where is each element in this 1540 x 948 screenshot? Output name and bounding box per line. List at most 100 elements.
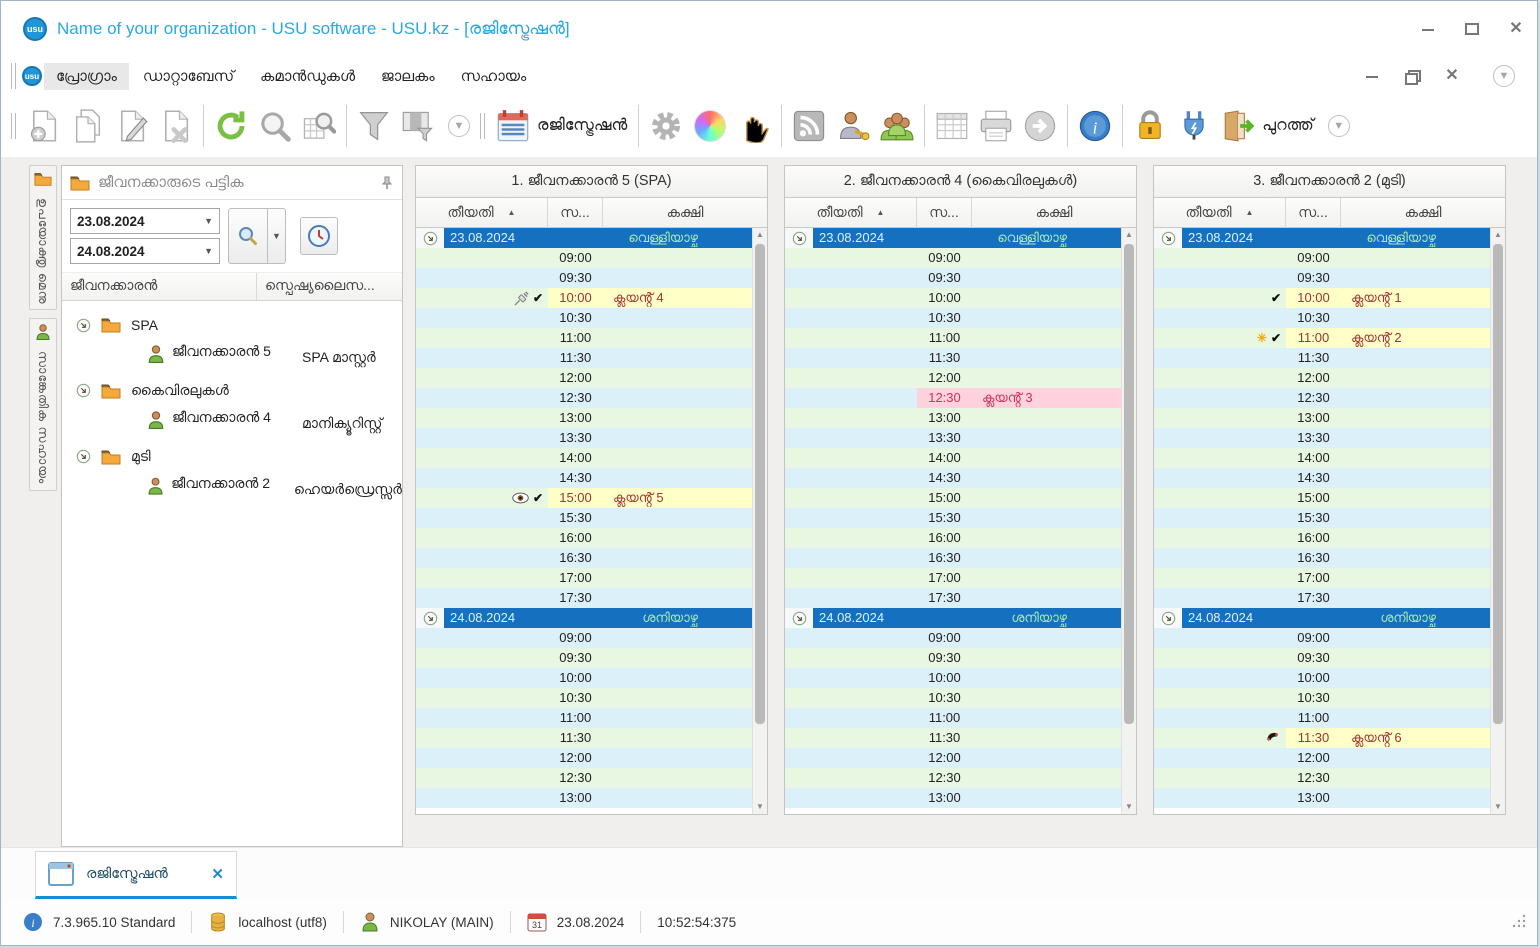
doc-minimize-button[interactable] bbox=[1365, 70, 1379, 82]
time-slot-row[interactable]: 12:30 bbox=[1154, 768, 1490, 788]
time-slot-row[interactable]: 13:00 bbox=[785, 408, 1121, 428]
time-slot-row[interactable]: 17:30 bbox=[1154, 588, 1490, 608]
employee-search-button[interactable] bbox=[228, 208, 268, 264]
filter-more-icon[interactable]: ▼ bbox=[448, 115, 470, 137]
collapse-day-icon[interactable] bbox=[785, 228, 813, 248]
date-from-input[interactable]: 23.08.2024 ▼ bbox=[70, 208, 220, 234]
time-slot-row[interactable]: ✳ ✔ 11:00 ക്ലയൻ്റ് 2 bbox=[1154, 328, 1490, 348]
search-report-button[interactable] bbox=[297, 104, 341, 148]
time-slot-row[interactable]: 13:30 bbox=[1154, 428, 1490, 448]
menu-item-3[interactable]: ജാലകം bbox=[369, 63, 447, 90]
time-slot-row[interactable]: 14:30 bbox=[416, 468, 752, 488]
date-row[interactable]: 23.08.2024 വെള്ളിയാഴ്ച bbox=[416, 228, 752, 248]
time-slot-row[interactable]: 09:00 bbox=[785, 248, 1121, 268]
client-column-header[interactable]: കക്ഷി bbox=[603, 198, 767, 227]
scroll-up-icon[interactable]: ▲ bbox=[756, 228, 764, 242]
employee-column-header[interactable]: ജീവനക്കാരൻ bbox=[62, 273, 257, 300]
print-button[interactable] bbox=[974, 104, 1018, 148]
minimize-button[interactable] bbox=[1421, 23, 1435, 35]
time-slot-row[interactable]: 09:30 bbox=[1154, 648, 1490, 668]
doc-close-button[interactable]: ✕ bbox=[1445, 68, 1459, 84]
new-record-button[interactable] bbox=[22, 104, 66, 148]
tab-registration[interactable]: രജിസ്ട്രേഷൻ ✕ bbox=[35, 851, 237, 899]
time-slot-row[interactable]: 11:00 bbox=[416, 708, 752, 728]
collapse-day-icon[interactable] bbox=[785, 608, 813, 628]
time-column-header[interactable]: സ... bbox=[548, 198, 603, 227]
side-tab-1[interactable]: സാങ്കേതിക സഹായം bbox=[29, 318, 57, 491]
time-slot-row[interactable]: 09:00 bbox=[416, 248, 752, 268]
date-row[interactable]: 23.08.2024 വെള്ളിയാഴ്ച bbox=[785, 228, 1121, 248]
time-slot-row[interactable]: 10:00 bbox=[785, 288, 1121, 308]
time-slot-row[interactable]: 12:00 bbox=[785, 368, 1121, 388]
date-to-input[interactable]: 24.08.2024 ▼ bbox=[70, 238, 220, 264]
scroll-down-icon[interactable]: ▼ bbox=[1494, 800, 1502, 814]
time-slot-row[interactable]: 09:00 bbox=[1154, 248, 1490, 268]
tab-close-icon[interactable]: ✕ bbox=[211, 865, 224, 883]
time-slot-row[interactable]: 11:30 bbox=[1154, 348, 1490, 368]
time-slot-row[interactable]: 16:30 bbox=[785, 548, 1121, 568]
hand-button[interactable] bbox=[732, 104, 776, 148]
employee-search-dropdown[interactable]: ▼ bbox=[268, 208, 286, 264]
time-slot-row[interactable]: 11:00 bbox=[785, 708, 1121, 728]
time-slot-row[interactable]: 09:30 bbox=[416, 648, 752, 668]
time-slot-row[interactable]: 11:30 bbox=[416, 348, 752, 368]
time-slot-row[interactable]: 10:30 bbox=[416, 688, 752, 708]
time-slot-row[interactable]: 11:00 bbox=[785, 328, 1121, 348]
time-slot-row[interactable]: 09:30 bbox=[416, 268, 752, 288]
time-slot-row[interactable]: 11:30 bbox=[785, 348, 1121, 368]
scroll-down-icon[interactable]: ▼ bbox=[1125, 800, 1133, 814]
scrollbar-thumb[interactable] bbox=[755, 244, 765, 724]
time-slot-row[interactable]: 13:00 bbox=[1154, 408, 1490, 428]
user-access-button[interactable] bbox=[831, 104, 875, 148]
scroll-up-icon[interactable]: ▲ bbox=[1125, 228, 1133, 242]
registration-report-button[interactable] bbox=[491, 104, 535, 148]
time-slot-row[interactable]: 12:30 bbox=[416, 388, 752, 408]
schedule-scrollbar[interactable]: ▲ ▼ bbox=[1121, 228, 1136, 814]
refresh-button[interactable] bbox=[209, 104, 253, 148]
time-column-header[interactable]: സ... bbox=[917, 198, 972, 227]
time-slot-row[interactable]: 12:00 bbox=[1154, 368, 1490, 388]
collapse-day-icon[interactable] bbox=[416, 228, 444, 248]
forward-button[interactable] bbox=[1018, 104, 1062, 148]
time-slot-row[interactable]: 09:30 bbox=[785, 648, 1121, 668]
time-slot-row[interactable]: 14:00 bbox=[416, 448, 752, 468]
time-slot-row[interactable]: 12:30 ക്ലയൻ്റ് 3 bbox=[785, 388, 1121, 408]
date-column-header[interactable]: തീയതി ▲ bbox=[785, 198, 917, 227]
time-slot-row[interactable]: 15:30 bbox=[785, 508, 1121, 528]
time-slot-row[interactable]: ✔ 15:00 ക്ലയൻ്റ് 5 bbox=[416, 488, 752, 508]
tree-group-1[interactable]: കൈവിരലുകൾ bbox=[62, 376, 402, 405]
time-slot-row[interactable]: 14:00 bbox=[785, 448, 1121, 468]
scroll-up-icon[interactable]: ▲ bbox=[1494, 228, 1502, 242]
time-slot-row[interactable]: 14:30 bbox=[1154, 468, 1490, 488]
time-slot-row[interactable]: 10:30 bbox=[416, 308, 752, 328]
scrollbar-thumb[interactable] bbox=[1124, 244, 1134, 724]
time-slot-row[interactable]: 13:00 bbox=[785, 788, 1121, 808]
time-slot-row[interactable]: 12:30 bbox=[785, 768, 1121, 788]
appearance-button[interactable] bbox=[688, 104, 732, 148]
time-slot-row[interactable]: 15:00 bbox=[785, 488, 1121, 508]
search-button[interactable] bbox=[253, 104, 297, 148]
table-button[interactable] bbox=[930, 104, 974, 148]
time-slot-row[interactable]: 13:30 bbox=[785, 428, 1121, 448]
time-slot-row[interactable]: 10:30 bbox=[1154, 308, 1490, 328]
date-row[interactable]: 23.08.2024 വെള്ളിയാഴ്ച bbox=[1154, 228, 1490, 248]
collapse-day-icon[interactable] bbox=[1154, 608, 1182, 628]
users-button[interactable] bbox=[875, 104, 919, 148]
tree-employee[interactable]: ജീവനക്കാരൻ 5 SPA മാസ്റ്റർ bbox=[62, 339, 402, 376]
menu-more-icon[interactable]: ▼ bbox=[1493, 65, 1515, 87]
tree-employee[interactable]: ജീവനക്കാരൻ 4 മാനിക്യൂറിസ്റ്റ് bbox=[62, 405, 402, 442]
time-slot-row[interactable]: 17:00 bbox=[1154, 568, 1490, 588]
time-slot-row[interactable]: 15:30 bbox=[1154, 508, 1490, 528]
tree-group-0[interactable]: SPA bbox=[62, 311, 402, 339]
date-row[interactable]: 24.08.2024 ശനിയാഴ്ച bbox=[785, 608, 1121, 628]
toolbar-more-icon[interactable]: ▼ bbox=[1327, 115, 1350, 137]
report-grip[interactable] bbox=[480, 113, 485, 139]
time-slot-row[interactable]: 10:00 bbox=[416, 668, 752, 688]
time-slot-row[interactable]: 17:00 bbox=[785, 568, 1121, 588]
time-slot-row[interactable]: 13:00 bbox=[416, 408, 752, 428]
menu-item-1[interactable]: ഡാറ്റാബേസ് bbox=[131, 63, 246, 90]
exit-button[interactable] bbox=[1216, 104, 1260, 148]
client-column-header[interactable]: കക്ഷി bbox=[1341, 198, 1505, 227]
time-slot-row[interactable]: 12:00 bbox=[1154, 748, 1490, 768]
collapse-day-icon[interactable] bbox=[1154, 228, 1182, 248]
